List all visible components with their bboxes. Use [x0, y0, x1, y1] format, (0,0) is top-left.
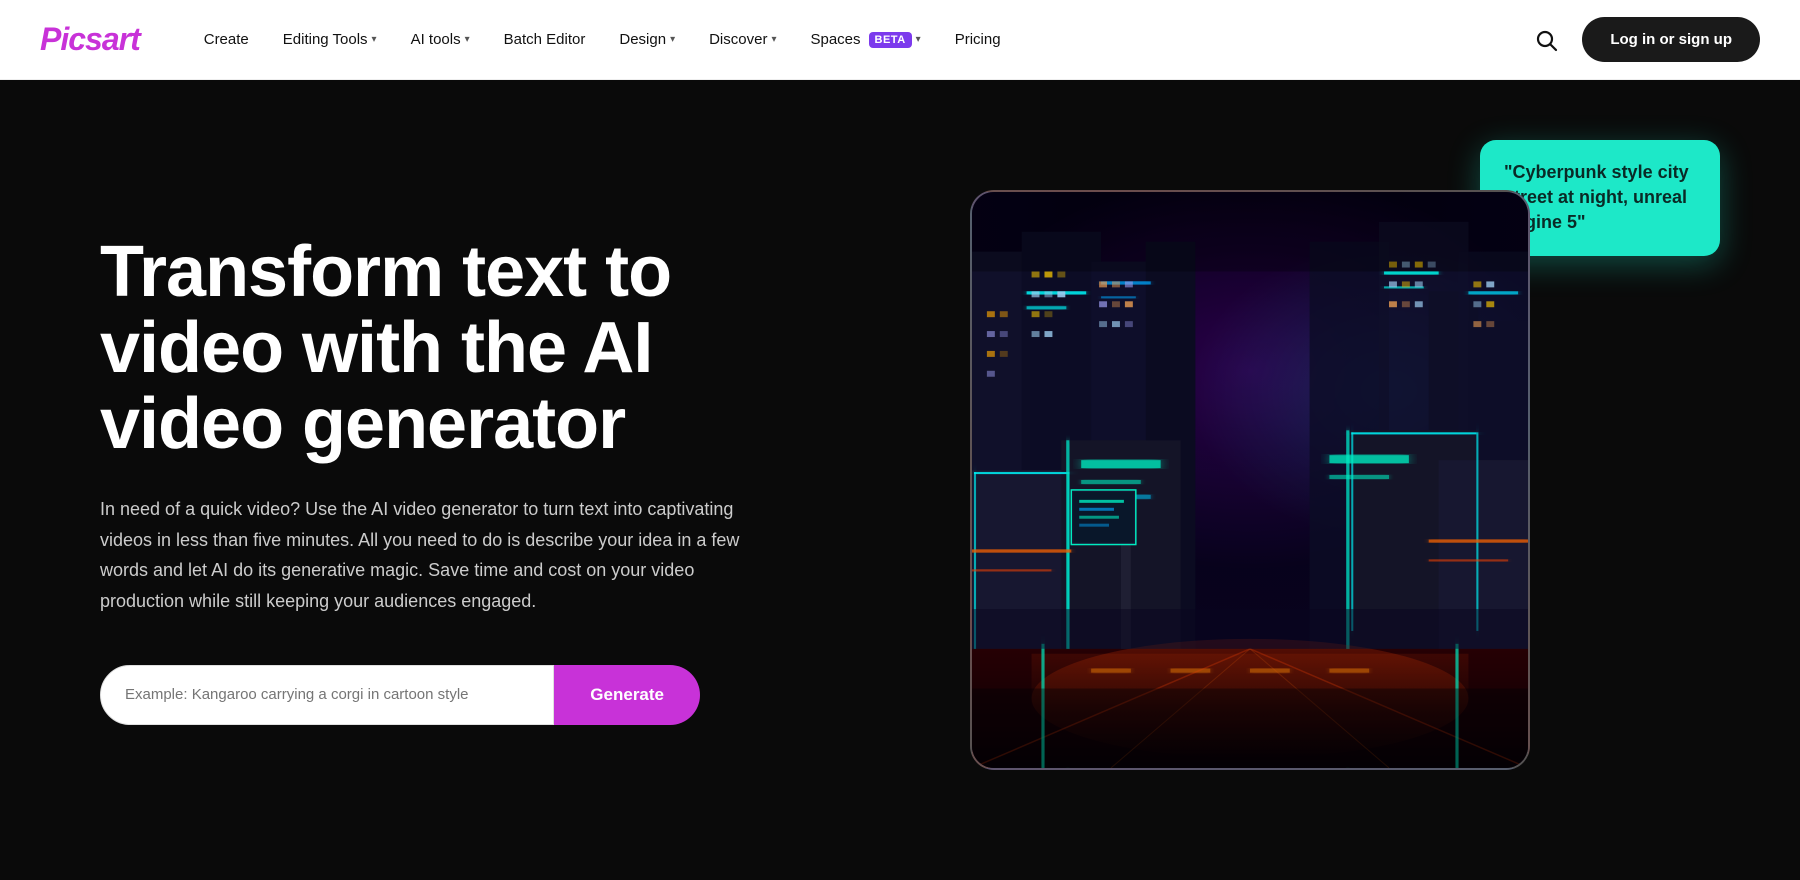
nav-label-pricing: Pricing: [955, 31, 1001, 48]
hero-description: In need of a quick video? Use the AI vid…: [100, 494, 760, 616]
navbar: Picsart Create Editing Tools ▾ AI tools …: [0, 0, 1800, 80]
hero-left: Transform text to video with the AI vide…: [100, 235, 800, 724]
hero-image-frame: [970, 190, 1530, 770]
login-button[interactable]: Log in or sign up: [1582, 17, 1760, 62]
nav-label-batch-editor: Batch Editor: [504, 31, 586, 48]
nav-label-ai-tools: AI tools: [411, 31, 461, 48]
nav-item-batch-editor[interactable]: Batch Editor: [490, 23, 600, 56]
search-icon: [1534, 28, 1558, 52]
nav-label-design: Design: [619, 31, 666, 48]
speech-bubble-text: "Cyberpunk style city street at night, u…: [1504, 162, 1689, 232]
hero-right: "Cyberpunk style city street at night, u…: [800, 80, 1700, 880]
hero-title: Transform text to video with the AI vide…: [100, 235, 800, 462]
nav-right: Log in or sign up: [1526, 17, 1760, 62]
chevron-down-icon: ▾: [372, 34, 377, 45]
chevron-down-icon: ▾: [670, 34, 675, 45]
search-button[interactable]: [1526, 20, 1566, 60]
nav-item-editing-tools[interactable]: Editing Tools ▾: [269, 23, 391, 56]
nav-label-create: Create: [204, 31, 249, 48]
nav-item-pricing[interactable]: Pricing: [941, 23, 1015, 56]
nav-item-create[interactable]: Create: [190, 23, 263, 56]
chevron-down-icon: ▾: [465, 34, 470, 45]
nav-item-design[interactable]: Design ▾: [605, 23, 689, 56]
logo[interactable]: Picsart: [40, 21, 140, 58]
nav-item-discover[interactable]: Discover ▾: [695, 23, 790, 56]
prompt-input[interactable]: [100, 665, 554, 725]
hero-input-row: Generate: [100, 665, 700, 725]
chevron-down-icon: ▾: [771, 34, 776, 45]
hero-section: Transform text to video with the AI vide…: [0, 80, 1800, 880]
cyberpunk-city-illustration: [972, 192, 1528, 768]
nav-label-editing-tools: Editing Tools: [283, 31, 368, 48]
nav-links: Create Editing Tools ▾ AI tools ▾ Batch …: [190, 23, 1527, 56]
nav-label-spaces: Spaces: [810, 31, 860, 48]
nav-item-spaces[interactable]: Spaces BETA ▾: [796, 23, 934, 56]
beta-badge: BETA: [869, 32, 912, 48]
chevron-down-icon: ▾: [916, 34, 921, 45]
nav-item-ai-tools[interactable]: AI tools ▾: [397, 23, 484, 56]
generate-button[interactable]: Generate: [554, 665, 700, 725]
nav-label-discover: Discover: [709, 31, 767, 48]
